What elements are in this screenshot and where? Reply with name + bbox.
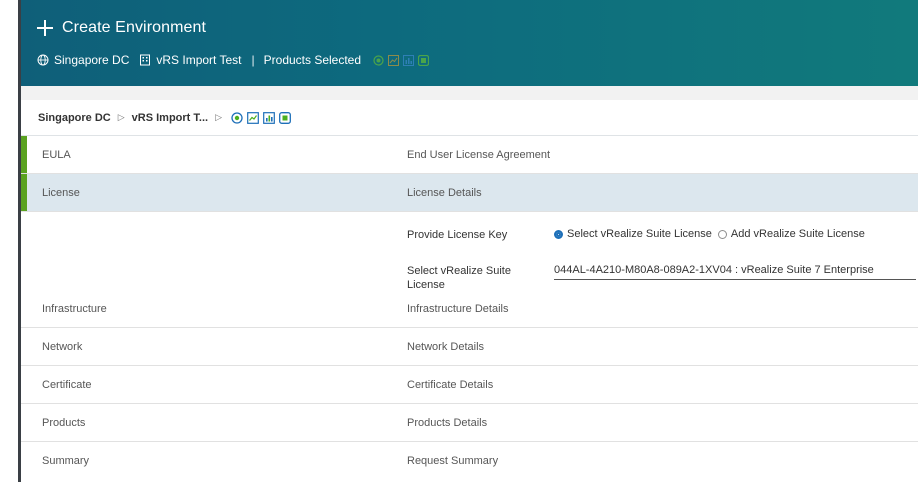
building-icon	[139, 54, 151, 66]
step-description: Network Details	[407, 340, 485, 353]
datacenter-info: Singapore DC	[37, 53, 129, 67]
product-bar-icon	[403, 54, 415, 66]
header-title-row: Create Environment	[37, 19, 206, 37]
step-description: Request Summary	[407, 455, 499, 467]
step-name: Summary	[42, 455, 90, 467]
add-license-option-label[interactable]: Add vRealize Suite License	[731, 228, 865, 240]
step-network[interactable]: Network Network Details	[21, 328, 918, 366]
step-description: End User License Agreement	[407, 148, 551, 161]
license-key-label: Provide License Key	[407, 229, 508, 241]
step-license[interactable]: License License Details	[21, 174, 918, 212]
products-selected-label: Products Selected	[263, 53, 362, 67]
wizard-header: Create Environment Singapore DC vRS Impo…	[21, 0, 918, 86]
step-description: Products Details	[407, 416, 488, 429]
step-name: Network	[42, 340, 83, 353]
step-infrastructure[interactable]: Infrastructure Infrastructure Details	[21, 290, 918, 328]
select-license-option-label[interactable]: Select vRealize Suite License	[567, 228, 712, 240]
product-circle-icon	[373, 54, 384, 66]
product-circle-icon	[231, 111, 243, 124]
step-name: Infrastructure	[42, 302, 107, 315]
step-products[interactable]: Products Products Details	[21, 404, 918, 442]
plus-icon	[37, 20, 53, 36]
product-square-icon	[279, 111, 291, 124]
license-select-dropdown[interactable]: 044AL-4A210-M80A8-089A2-1XV04 : vRealize…	[554, 264, 916, 280]
step-name: Certificate	[42, 378, 92, 391]
license-details-panel: Provide License Key Select vRealize Suit…	[21, 212, 918, 291]
header-context: Singapore DC vRS Import Test | Products …	[37, 53, 430, 67]
step-description: License Details	[407, 186, 482, 199]
breadcrumb-product-icons	[231, 111, 291, 124]
product-chart-icon	[247, 111, 259, 124]
product-chart-icon	[388, 54, 400, 66]
step-name: Products	[42, 416, 86, 429]
select-license-label: Select vRealize Suite License	[407, 265, 511, 291]
active-step-indicator	[21, 174, 27, 211]
step-description: Certificate Details	[407, 378, 494, 391]
wizard-steps: EULA End User License Agreement License …	[21, 136, 918, 480]
environment-name: vRS Import Test	[156, 53, 242, 67]
step-description: Infrastructure Details	[407, 302, 509, 315]
breadcrumb: Singapore DC ▷ vRS Import T... ▷	[21, 100, 918, 136]
breadcrumb-separator-icon: ▷	[117, 112, 125, 122]
header-separator: |	[251, 53, 255, 67]
datacenter-name: Singapore DC	[54, 53, 130, 67]
select-license-radio[interactable]	[554, 229, 563, 239]
header-product-icons	[373, 54, 430, 66]
step-name: EULA	[42, 148, 71, 161]
add-license-radio[interactable]	[717, 229, 727, 239]
header-spacer	[21, 86, 918, 100]
step-summary[interactable]: Summary Request Summary	[21, 442, 918, 480]
environment-info: vRS Import Test	[139, 53, 242, 67]
step-name: License	[42, 186, 80, 199]
breadcrumb-separator-icon: ▷	[215, 112, 222, 122]
breadcrumb-environment[interactable]: vRS Import T...	[132, 112, 208, 124]
step-indicator	[21, 136, 27, 173]
step-certificate[interactable]: Certificate Certificate Details	[21, 366, 918, 404]
breadcrumb-datacenter[interactable]: Singapore DC	[38, 112, 111, 124]
globe-icon	[37, 54, 49, 66]
page-title: Create Environment	[62, 19, 207, 36]
license-key-options: Select vRealize Suite License Add vReali…	[554, 228, 865, 240]
product-bar-icon	[263, 111, 275, 124]
product-square-icon	[418, 54, 430, 66]
step-eula[interactable]: EULA End User License Agreement	[21, 136, 918, 174]
window-margin	[0, 0, 18, 482]
